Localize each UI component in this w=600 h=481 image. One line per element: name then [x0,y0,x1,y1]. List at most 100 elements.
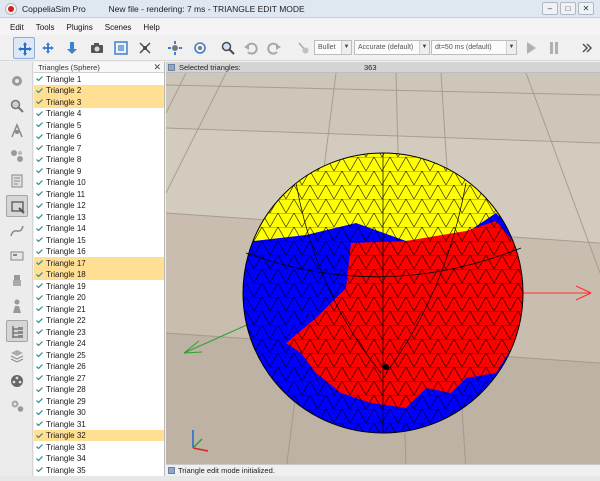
triangle-list-item[interactable]: Triangle 6 [34,131,164,143]
scene-hierarchy-button[interactable] [6,295,28,317]
start-simulation-button[interactable] [520,37,542,59]
accuracy-select[interactable]: Accurate (default) ▼ [354,40,430,55]
triangle-list-item[interactable]: Triangle 14 [34,223,164,235]
camera-pan-button[interactable] [13,37,35,59]
status-toggle-icon[interactable] [168,467,175,474]
redo-icon [267,42,281,55]
dynamics-toggle-button[interactable] [292,37,314,59]
triangle-list-item[interactable]: Triangle 11 [34,188,164,200]
camera-rotate-button[interactable] [37,37,59,59]
triangle-list-item[interactable]: Triangle 10 [34,177,164,189]
triangle-list-item[interactable]: Triangle 29 [34,395,164,407]
triangle-list-item[interactable]: Triangle 25 [34,349,164,361]
minimize-button[interactable]: – [542,2,558,15]
triangle-check-icon [36,329,43,334]
triangle-list-item[interactable]: Triangle 17 [34,257,164,269]
scene-viewport[interactable] [166,73,600,471]
path-icon [10,225,24,237]
toolbar-overflow-button[interactable] [576,37,598,59]
triangle-list-item[interactable]: Triangle 12 [34,200,164,212]
redo-button[interactable] [263,37,285,59]
triangle-list-item[interactable]: Triangle 3 [34,96,164,108]
menu-tools[interactable]: Tools [36,23,55,32]
triangle-list-item[interactable]: Triangle 21 [34,303,164,315]
maximize-button[interactable]: □ [560,2,576,15]
triangle-list-item[interactable]: Triangle 22 [34,315,164,327]
layers-button[interactable] [6,345,28,367]
triangle-list-item[interactable]: Triangle 18 [34,268,164,280]
triangle-list-item[interactable]: Triangle 5 [34,119,164,131]
chevron-down-icon: ▼ [341,41,351,54]
scene-render[interactable] [166,73,600,471]
triangle-list-item[interactable]: Triangle 30 [34,407,164,419]
triangle-list-item[interactable]: Triangle 31 [34,418,164,430]
triangle-list-item-label: Triangle 27 [46,373,86,383]
path-edit-mode-button[interactable] [6,220,28,242]
triangle-list-item-label: Triangle 3 [46,97,82,107]
triangle-list-item[interactable]: Triangle 33 [34,441,164,453]
status-message: Triangle edit mode initialized. [178,466,275,475]
close-window-button[interactable]: ✕ [578,2,594,15]
triangle-list-item[interactable]: Triangle 26 [34,361,164,373]
triangle-list-item[interactable]: Triangle 9 [34,165,164,177]
user-settings-button[interactable] [6,395,28,417]
triangle-check-icon [36,421,43,426]
script-icon [11,174,23,188]
video-recorder-button[interactable] [6,370,28,392]
gear-icon [12,76,22,86]
triangle-list-item[interactable]: Triangle 20 [34,292,164,304]
triangle-list-item[interactable]: Triangle 15 [34,234,164,246]
triangle-list-item[interactable]: Triangle 13 [34,211,164,223]
simulation-settings-button[interactable] [6,70,28,92]
triangle-list-item[interactable]: Triangle 32 [34,429,164,441]
triangle-list-item[interactable]: Triangle 27 [34,372,164,384]
collections-button[interactable] [6,145,28,167]
triangle-list-item[interactable]: Triangle 34 [34,453,164,465]
magnifier-icon [10,99,24,113]
triangle-list-item[interactable]: Triangle 2 [34,84,164,96]
object-shift-button[interactable] [164,37,186,59]
menu-plugins[interactable]: Plugins [66,23,92,32]
camera-angle-button[interactable] [86,37,108,59]
modules-icon [11,123,23,138]
play-icon [527,42,536,54]
physics-engine-select[interactable]: Bullet ▼ [314,40,352,55]
triangle-list-button[interactable] [6,320,28,342]
triangle-list-item-label: Triangle 22 [46,316,86,325]
fit-view-icon [114,41,128,55]
selection-button[interactable] [6,245,28,267]
model-browser-button[interactable] [6,270,28,292]
object-properties-button[interactable] [6,95,28,117]
menu-help[interactable]: Help [143,23,159,32]
fit-to-view-button[interactable] [110,37,132,59]
shape-edit-mode-button[interactable] [6,195,28,217]
zoom-button[interactable] [217,37,239,59]
timestep-select[interactable]: dt=50 ms (default) ▼ [431,40,517,55]
calculation-modules-button[interactable] [6,120,28,142]
info-toggle-icon[interactable] [168,64,175,71]
object-rotate-button[interactable] [189,37,211,59]
click-select-button[interactable] [134,37,156,59]
scripts-button[interactable] [6,170,28,192]
camera-shift-button[interactable] [61,37,83,59]
pause-simulation-button[interactable] [543,37,565,59]
undo-button[interactable] [240,37,262,59]
triangle-list-item-label: Triangle 29 [46,396,86,406]
triangle-list-item[interactable]: Triangle 24 [34,338,164,350]
menu-edit[interactable]: Edit [10,23,24,32]
triangle-list-item[interactable]: Triangle 4 [34,108,164,120]
triangle-list-item[interactable]: Triangle 16 [34,246,164,258]
triangle-list-item[interactable]: Triangle 23 [34,326,164,338]
triangle-list-item-label: Triangle 26 [46,362,86,371]
menu-scenes[interactable]: Scenes [105,23,132,32]
triangle-check-icon [36,110,43,116]
triangle-check-icon [36,467,43,472]
triangle-list-item[interactable]: Triangle 35 [34,464,164,476]
triangle-list-item[interactable]: Triangle 1 [34,73,164,85]
close-panel-button[interactable]: ✕ [153,62,161,72]
triangle-list-item[interactable]: Triangle 19 [34,280,164,292]
triangle-list-item[interactable]: Triangle 28 [34,384,164,396]
triangle-check-icon [36,225,43,231]
triangle-list-item[interactable]: Triangle 8 [34,154,164,166]
triangle-list-item[interactable]: Triangle 7 [34,142,164,154]
